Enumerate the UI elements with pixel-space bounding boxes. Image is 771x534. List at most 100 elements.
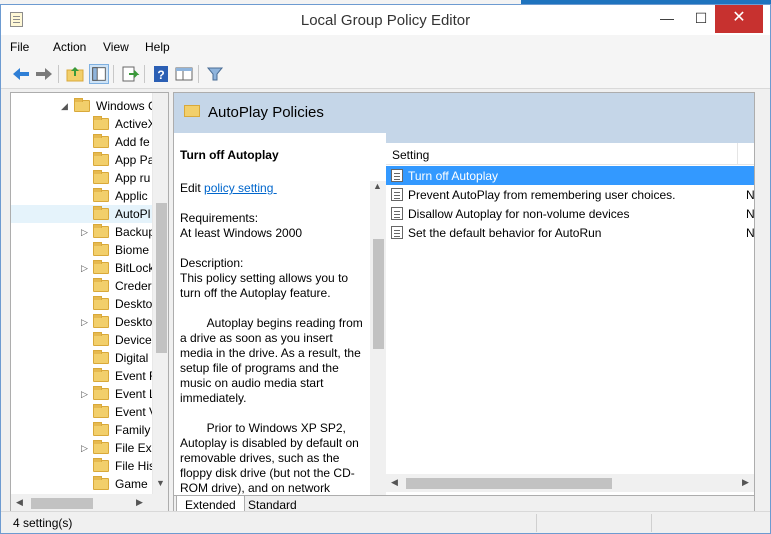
folder-icon (93, 134, 109, 148)
close-button[interactable]: ✕ (715, 5, 763, 33)
tree-item[interactable]: Digital (11, 349, 153, 367)
collapse-arrow-icon[interactable]: ◢ (61, 101, 69, 111)
policy-setting-icon (391, 169, 403, 182)
status-divider (536, 514, 537, 532)
expand-arrow-icon[interactable]: ▷ (81, 389, 89, 399)
tree-item-label: Event F (115, 369, 157, 383)
scroll-right-arrow-icon[interactable]: ▶ (742, 477, 749, 488)
expand-arrow-icon[interactable]: ▷ (81, 443, 89, 453)
setting-row[interactable]: Set the default behavior for AutoRun N (386, 223, 754, 242)
tree-item[interactable]: ActiveX (11, 115, 156, 133)
tree-item-label: Add fe (115, 135, 150, 149)
tree-item-label: Deskto (115, 315, 153, 329)
title-bar[interactable]: Local Group Policy Editor — ☐ ✕ (1, 5, 770, 35)
scroll-thumb[interactable] (31, 498, 93, 509)
folder-icon (93, 404, 109, 418)
policy-setting-icon (391, 207, 403, 220)
scroll-thumb[interactable] (373, 239, 384, 349)
menu-bar: File Action View Help (1, 35, 770, 59)
tree-item[interactable]: Game (11, 475, 153, 493)
extended-view-icon[interactable] (174, 64, 194, 84)
folder-icon (93, 386, 109, 400)
help-icon[interactable]: ? (151, 64, 171, 84)
menu-action[interactable]: Action (53, 40, 86, 54)
up-folder-icon[interactable] (65, 64, 85, 84)
tree-horizontal-scrollbar[interactable]: ◀ ▶ (11, 494, 168, 511)
scroll-thumb[interactable] (156, 203, 167, 353)
expand-arrow-icon[interactable]: ▷ (81, 227, 89, 237)
menu-file[interactable]: File (10, 40, 29, 54)
details-pane: AutoPlay Policies Turn off Autoplay Edit… (173, 92, 755, 512)
tree-item-label: Device (115, 333, 152, 347)
expand-arrow-icon[interactable]: ▷ (81, 317, 89, 327)
view-tabs: Extended Standard (174, 495, 754, 511)
scroll-up-arrow-icon[interactable]: ▲ (373, 181, 382, 191)
tree-item[interactable]: Device (11, 331, 153, 349)
menu-view[interactable]: View (103, 40, 129, 54)
tree-item-label: BitLock (115, 261, 155, 275)
filter-icon[interactable] (205, 64, 225, 84)
folder-icon (93, 188, 109, 202)
tree-item[interactable]: Add fe (11, 133, 153, 151)
setting-name: Disallow Autoplay for non-volume devices (408, 207, 630, 221)
expand-arrow-icon[interactable]: ▷ (81, 263, 89, 273)
tree-item-label: Deskto (115, 297, 153, 311)
tree-item-label: Creder (115, 279, 152, 293)
scroll-down-arrow-icon[interactable]: ▼ (156, 478, 165, 488)
menu-help[interactable]: Help (145, 40, 170, 54)
tree-item[interactable]: Biome (11, 241, 153, 259)
maximize-button[interactable]: ☐ (685, 5, 717, 33)
list-horizontal-scrollbar[interactable]: ◀ ▶ (386, 474, 754, 492)
tree-item[interactable]: Deskto (11, 295, 153, 313)
tree-item[interactable]: ▷ File Exp (11, 439, 158, 457)
folder-icon (93, 116, 109, 130)
back-icon[interactable] (11, 64, 31, 84)
details-title: AutoPlay Policies (208, 104, 324, 121)
toolbar-separator (58, 65, 59, 83)
scroll-left-arrow-icon[interactable]: ◀ (391, 477, 398, 488)
folder-icon (93, 332, 109, 346)
tree-item[interactable]: Event F (11, 367, 157, 385)
setting-row[interactable]: Prevent AutoPlay from remembering user c… (386, 185, 754, 204)
setting-row[interactable]: Turn off Autoplay (386, 166, 754, 185)
description-para-1: This policy setting allows you to turn o… (180, 271, 352, 300)
tree-item[interactable]: App Pa (11, 151, 154, 169)
status-count: 4 setting(s) (13, 516, 73, 530)
export-list-icon[interactable] (120, 64, 140, 84)
tree-item-label: Applic (115, 189, 148, 203)
setting-state: N (746, 207, 755, 221)
tree-item[interactable]: ◢ Windows C (11, 97, 157, 115)
column-divider[interactable] (737, 143, 738, 165)
scroll-thumb[interactable] (406, 478, 612, 489)
tree-item[interactable]: App ru (11, 169, 153, 187)
tree-item[interactable]: Creder (11, 277, 153, 295)
tab-standard[interactable]: Standard (240, 496, 305, 511)
scroll-left-arrow-icon[interactable]: ◀ (16, 497, 23, 508)
tree-item[interactable]: Event V (11, 403, 157, 421)
tree-vertical-scrollbar[interactable]: ▼ (152, 93, 168, 494)
description-scrollbar[interactable]: ▲ ▼ (370, 181, 386, 511)
show-hide-tree-icon[interactable] (89, 64, 109, 84)
tree-item[interactable]: Family (11, 421, 153, 439)
setting-row[interactable]: Disallow Autoplay for non-volume devices… (386, 204, 755, 223)
policy-setting-link[interactable]: policy setting (204, 181, 277, 195)
toolbar-separator (113, 65, 114, 83)
column-setting[interactable]: Setting (392, 148, 429, 162)
minimize-button[interactable]: — (651, 5, 683, 33)
setting-name: Set the default behavior for AutoRun (408, 226, 602, 240)
status-bar: 4 setting(s) (1, 511, 770, 533)
tree-item[interactable]: ▷ Deskto (11, 313, 153, 331)
tree-item[interactable]: Applic (11, 187, 153, 205)
tree-item[interactable]: ▷ BitLock (11, 259, 155, 277)
forward-icon[interactable] (34, 64, 54, 84)
folder-icon (74, 98, 90, 112)
policy-tree[interactable]: ◢ Windows C ActiveX Add fe App Pa App ru… (10, 92, 169, 512)
tree-item[interactable]: File His (11, 457, 155, 475)
tree-item-label: Backup (115, 225, 156, 239)
folder-icon (184, 105, 200, 117)
tree-item-autoplay[interactable]: AutoPl (11, 205, 153, 223)
scroll-right-arrow-icon[interactable]: ▶ (136, 497, 143, 508)
tab-extended[interactable]: Extended (176, 496, 245, 511)
tree-item[interactable]: ▷ Event L (11, 385, 156, 403)
tree-item[interactable]: ▷ Backup (11, 223, 156, 241)
